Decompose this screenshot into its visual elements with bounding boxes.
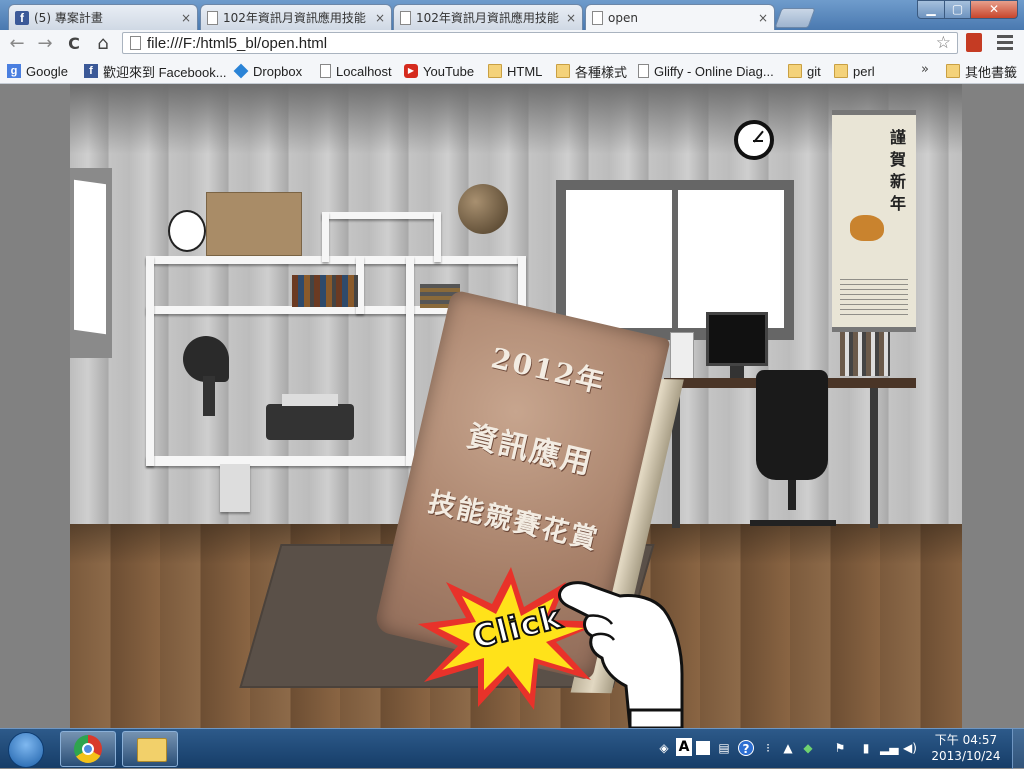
ime-icon[interactable]: ◈ bbox=[656, 740, 672, 756]
bookmark-google[interactable]: g Google bbox=[7, 62, 68, 80]
chrome-icon bbox=[74, 735, 102, 763]
menu-icon[interactable] bbox=[997, 35, 1013, 51]
folder-icon bbox=[946, 64, 960, 78]
folder-icon bbox=[834, 64, 848, 78]
ime-fullwidth-icon[interactable] bbox=[696, 741, 710, 755]
pointing-hand-icon bbox=[558, 581, 684, 728]
bookmark-folder-styles[interactable]: 各種樣式 bbox=[556, 62, 627, 80]
left-window bbox=[70, 168, 112, 358]
page-icon bbox=[320, 64, 331, 78]
google-icon: g bbox=[7, 64, 21, 78]
scroll-calendar bbox=[840, 275, 908, 319]
office-chair bbox=[750, 370, 836, 530]
address-bar[interactable]: file:///F:/html5_bl/open.html ☆ bbox=[122, 32, 958, 54]
reload-icon[interactable]: C bbox=[63, 33, 85, 55]
folder-icon bbox=[488, 64, 502, 78]
dropbox-icon bbox=[233, 63, 249, 79]
page-icon bbox=[130, 36, 141, 50]
tab-close-icon[interactable]: × bbox=[758, 11, 768, 25]
tab-close-icon[interactable]: × bbox=[181, 11, 191, 25]
action-center-flag-icon[interactable]: ⚑ bbox=[832, 740, 848, 756]
tab-it-month-1[interactable]: 102年資訊月資訊應用技能 × bbox=[200, 4, 392, 30]
windows-logo-icon bbox=[8, 732, 44, 768]
taskbar-chrome[interactable] bbox=[60, 731, 116, 767]
battery-icon[interactable]: ▮ bbox=[858, 740, 874, 756]
system-clock[interactable]: 下午 04:57 2013/10/24 bbox=[930, 732, 1002, 764]
tab-close-icon[interactable]: × bbox=[375, 11, 385, 25]
folder-icon bbox=[137, 738, 167, 762]
help-icon[interactable]: ? bbox=[738, 740, 754, 756]
scroll-greeting: 謹賀新年 bbox=[890, 128, 907, 213]
cardboard-box bbox=[206, 192, 302, 256]
globe bbox=[458, 184, 508, 234]
clock-date: 2013/10/24 bbox=[931, 749, 1001, 763]
shelf-books bbox=[292, 275, 358, 307]
monitor-stand bbox=[730, 366, 744, 378]
ime-alpha-mode[interactable]: A bbox=[676, 738, 692, 756]
taskbar-explorer[interactable] bbox=[122, 731, 178, 767]
bookmark-dropbox[interactable]: Dropbox bbox=[233, 62, 302, 80]
other-bookmarks-folder[interactable]: 其他書籤 bbox=[946, 62, 1017, 80]
book-title-main: 資訊應用 bbox=[463, 418, 597, 482]
youtube-icon: ▶ bbox=[404, 64, 418, 78]
bookmark-star-icon[interactable]: ☆ bbox=[936, 33, 951, 53]
ime-toolbar-icon[interactable]: ▤ bbox=[716, 740, 732, 756]
bookmark-youtube[interactable]: ▶ YouTube bbox=[404, 62, 474, 80]
tab-open[interactable]: open × bbox=[585, 4, 775, 31]
bookmark-gliffy[interactable]: Gliffy - Online Diag... bbox=[638, 62, 774, 80]
book-title-year: 2012年 bbox=[488, 341, 609, 400]
bookmark-facebook[interactable]: f 歡迎來到 Facebook... bbox=[84, 62, 227, 80]
volume-icon[interactable]: ◀) bbox=[902, 740, 918, 756]
page-icon bbox=[400, 10, 411, 25]
page-icon bbox=[638, 64, 649, 78]
clock-time: 下午 04:57 bbox=[934, 733, 998, 747]
ime-options-icon[interactable]: ⁝ bbox=[760, 740, 776, 756]
start-button[interactable] bbox=[2, 729, 50, 769]
bookmarks-overflow-chevron-icon[interactable]: » bbox=[921, 62, 929, 77]
show-hidden-icons-icon[interactable]: ▲ bbox=[780, 740, 796, 756]
facebook-icon: f bbox=[15, 10, 29, 25]
security-shield-icon[interactable]: ◆ bbox=[800, 740, 816, 756]
folder-icon bbox=[556, 64, 570, 78]
book-title-sub: 技能競賽花賞 bbox=[425, 486, 602, 557]
new-tab-button[interactable] bbox=[774, 8, 816, 28]
page-icon bbox=[207, 10, 218, 25]
soccer-ball bbox=[168, 210, 206, 252]
back-arrow-icon[interactable]: ← bbox=[6, 33, 28, 55]
bookmarks-bar: g Google f 歡迎來到 Facebook... Dropbox Localh… bbox=[0, 58, 1024, 84]
tab-project-plan[interactable]: f (5) 專案計畫 × bbox=[8, 4, 198, 30]
room-scene: 謹賀新年 2012年 資訊應用 技能競賽花賞 Click bbox=[70, 84, 962, 728]
bookmark-folder-perl[interactable]: perl bbox=[834, 62, 875, 80]
tab-it-month-2[interactable]: 102年資訊月資訊應用技能 × bbox=[393, 4, 583, 30]
computer-monitor bbox=[706, 312, 768, 366]
home-icon[interactable]: ⌂ bbox=[92, 33, 114, 55]
bookmark-folder-html[interactable]: HTML bbox=[488, 62, 542, 80]
forward-arrow-icon[interactable]: → bbox=[34, 33, 56, 55]
maximize-button[interactable]: ▢ bbox=[944, 0, 971, 19]
minimize-button[interactable]: ▁ bbox=[917, 0, 945, 19]
typewriter bbox=[266, 394, 354, 440]
new-year-scroll: 謹賀新年 bbox=[832, 110, 916, 332]
folder-icon bbox=[788, 64, 802, 78]
wifi-signal-icon[interactable]: ▂▄ bbox=[880, 740, 898, 756]
show-desktop-button[interactable] bbox=[1012, 729, 1024, 769]
bookmark-localhost[interactable]: Localhost bbox=[320, 62, 392, 80]
address-url[interactable]: file:///F:/html5_bl/open.html bbox=[147, 35, 327, 52]
gramophone bbox=[183, 336, 229, 416]
bookmark-folder-git[interactable]: git bbox=[788, 62, 821, 80]
extension-bookmark-icon[interactable] bbox=[966, 33, 982, 52]
close-window-button[interactable]: ✕ bbox=[970, 0, 1018, 19]
speaker bbox=[670, 332, 694, 380]
page-icon bbox=[592, 11, 603, 25]
facebook-icon: f bbox=[84, 64, 98, 78]
ceiling-shadow bbox=[70, 84, 962, 154]
windows-taskbar: ◈ A ▤ ? ⁝ ▲ ◆ ⚑ ▮ ▂▄ ◀) 下午 04:57 2013/10… bbox=[0, 728, 1024, 769]
wall-clock-icon bbox=[734, 120, 774, 160]
tab-close-icon[interactable]: × bbox=[566, 11, 576, 25]
desk-books bbox=[840, 332, 890, 376]
browser-title-bar: f (5) 專案計畫 × 102年資訊月資訊應用技能 × 102年資訊月資訊應用… bbox=[0, 0, 1024, 31]
page-viewport: 謹賀新年 2012年 資訊應用 技能競賽花賞 Click bbox=[0, 84, 1024, 728]
tiger-illustration bbox=[850, 215, 884, 241]
